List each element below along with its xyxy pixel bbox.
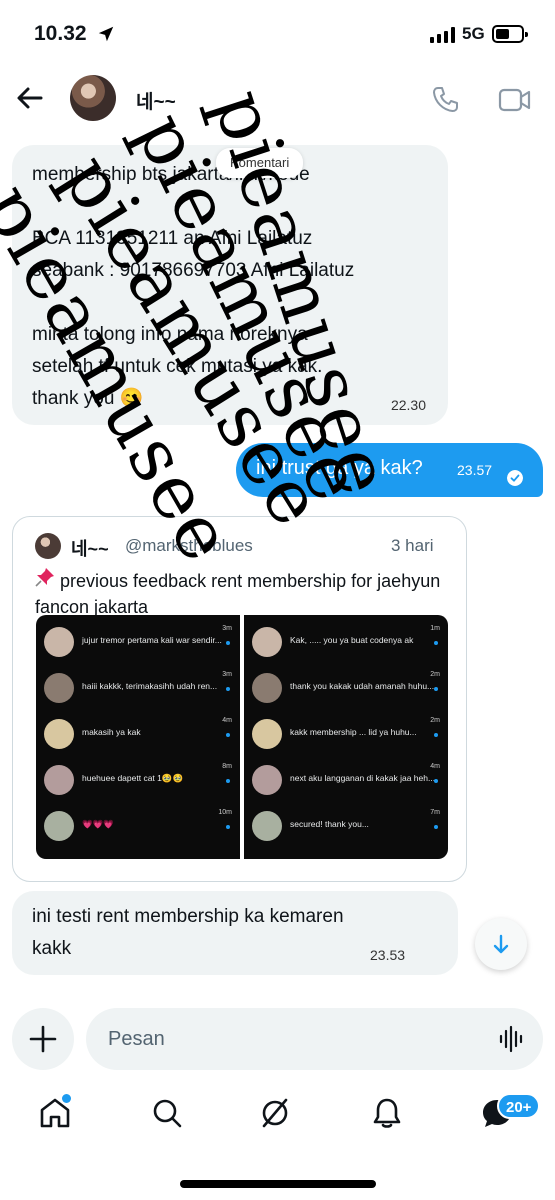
feedback-avatar [252, 811, 282, 841]
feedback-time: 1m [430, 625, 440, 632]
feedback-avatar [44, 673, 74, 703]
signal-icon [430, 27, 455, 43]
home-indicator [180, 1180, 376, 1188]
unread-dot [434, 641, 438, 645]
incoming-message-bubble[interactable]: ini testi rent membership ka kemaren kak… [12, 891, 458, 975]
message-text: membership bts jakarta/link/kode BCA 113… [32, 164, 355, 409]
feedback-text: haiii kakkk, terimakasihh udah ren... [82, 681, 218, 691]
comment-tooltip[interactable]: Komentari [216, 148, 304, 178]
unread-dot [434, 779, 438, 783]
feedback-time: 3m [222, 625, 232, 632]
feedback-text: makasih ya kak [82, 727, 141, 737]
post-image-right[interactable]: Kak, ..... you ya buat codenya ak 1m thank… [244, 615, 448, 859]
unread-dot [434, 687, 438, 691]
scroll-to-bottom-button[interactable] [475, 918, 527, 970]
contact-name[interactable]: 네~~ [136, 87, 176, 114]
incoming-message-bubble[interactable]: membership bts jakarta/link/kode BCA 113… [12, 145, 448, 425]
bottom-tab-bar [0, 1080, 555, 1160]
feedback-avatar [252, 627, 282, 657]
feedback-row: jujur tremor pertama kali war sendir... 3… [36, 621, 240, 667]
message-time: 23.57 [457, 462, 493, 478]
feedback-row: makasih ya kak 4m [36, 713, 240, 759]
search-icon[interactable] [150, 1096, 184, 1130]
post-text: previous feedback rent membership for ja… [35, 567, 455, 620]
unread-dot [434, 733, 438, 737]
pushpin-icon [35, 568, 54, 587]
status-time: 10.32 [34, 22, 87, 45]
feedback-time: 4m [222, 717, 232, 724]
unread-dot [226, 687, 230, 691]
post-author-handle: @markstheblues [125, 536, 253, 555]
feedback-time: 4m [430, 763, 440, 770]
messages-badge: 20+ [497, 1093, 541, 1119]
home-notification-dot [62, 1094, 71, 1103]
feedback-text: 💗💗💗 [82, 819, 114, 829]
feedback-row: next aku langganan di kakak jaa heh... 4m [244, 759, 448, 805]
unread-dot [226, 733, 230, 737]
feedback-row: kakk membership ... lid ya huhu... 2m [244, 713, 448, 759]
feedback-time: 10m [218, 809, 232, 816]
feedback-avatar [252, 673, 282, 703]
feedback-avatar [44, 765, 74, 795]
add-attachment-button[interactable] [12, 1008, 74, 1070]
post-author-name: 네~~ [71, 539, 109, 559]
unread-dot [226, 779, 230, 783]
feedback-row: haiii kakkk, terimakasihh udah ren... 3m [36, 667, 240, 713]
message-composer [86, 1008, 543, 1070]
feedback-text: Kak, ..... you ya buat codenya ak [290, 635, 414, 645]
feedback-time: 3m [222, 671, 232, 678]
feedback-avatar [252, 765, 282, 795]
message-text: ini trust ga ya kak? [256, 457, 423, 479]
feedback-text: secured! thank you... [290, 819, 369, 829]
post-image-left[interactable]: jujur tremor pertama kali war sendir... 3… [36, 615, 240, 859]
unread-dot [226, 825, 230, 829]
conversation-header: 네~~ [0, 66, 555, 130]
arrow-down-icon [493, 934, 509, 954]
post-author-avatar [35, 533, 61, 559]
notifications-bell-icon[interactable] [370, 1096, 404, 1130]
message-time: 22.30 [390, 397, 426, 413]
location-arrow-icon [98, 26, 114, 42]
grok-icon[interactable] [258, 1096, 292, 1130]
message-time: 23.53 [370, 947, 406, 963]
status-bar: 10.32 5G [0, 0, 555, 66]
feedback-row: Kak, ..... you ya buat codenya ak 1m [244, 621, 448, 667]
feedback-row: thank you kakak udah amanah huhu... 2m [244, 667, 448, 713]
battery-icon [492, 25, 528, 43]
outgoing-message-bubble[interactable]: ini trust ga ya kak? 23.57 [236, 443, 543, 497]
feedback-time: 7m [430, 809, 440, 816]
video-call-icon[interactable] [498, 85, 532, 115]
feedback-row: huehuee dapett cat 1🥹🥹 8m [36, 759, 240, 805]
feedback-time: 8m [222, 763, 232, 770]
phone-call-icon[interactable] [430, 85, 460, 115]
feedback-avatar [44, 627, 74, 657]
message-input[interactable] [108, 1022, 468, 1056]
feedback-row: secured! thank you... 7m [244, 805, 448, 851]
unread-dot [434, 825, 438, 829]
feedback-avatar [44, 811, 74, 841]
plus-icon [29, 1025, 57, 1053]
unread-dot [226, 641, 230, 645]
feedback-text: huehuee dapett cat 1🥹🥹 [82, 773, 184, 783]
feedback-text: thank you kakak udah amanah huhu... [290, 681, 435, 691]
feedback-time: 2m [430, 671, 440, 678]
feedback-avatar [252, 719, 282, 749]
network-label: 5G [462, 24, 485, 43]
feedback-row: 💗💗💗 10m [36, 805, 240, 851]
post-text-content: previous feedback rent membership for ja… [35, 571, 441, 617]
feedback-avatar [44, 719, 74, 749]
feedback-text: jujur tremor pertama kali war sendir... [82, 635, 222, 645]
contact-avatar[interactable] [70, 75, 116, 121]
back-arrow-icon[interactable] [14, 82, 46, 114]
read-check-icon [507, 470, 523, 486]
post-age: 3 hari [391, 536, 434, 555]
voice-message-icon[interactable] [498, 1025, 526, 1053]
feedback-text: next aku langganan di kakak jaa heh... [290, 773, 436, 783]
feedback-text: kakk membership ... lid ya huhu... [290, 727, 417, 737]
feedback-time: 2m [430, 717, 440, 724]
